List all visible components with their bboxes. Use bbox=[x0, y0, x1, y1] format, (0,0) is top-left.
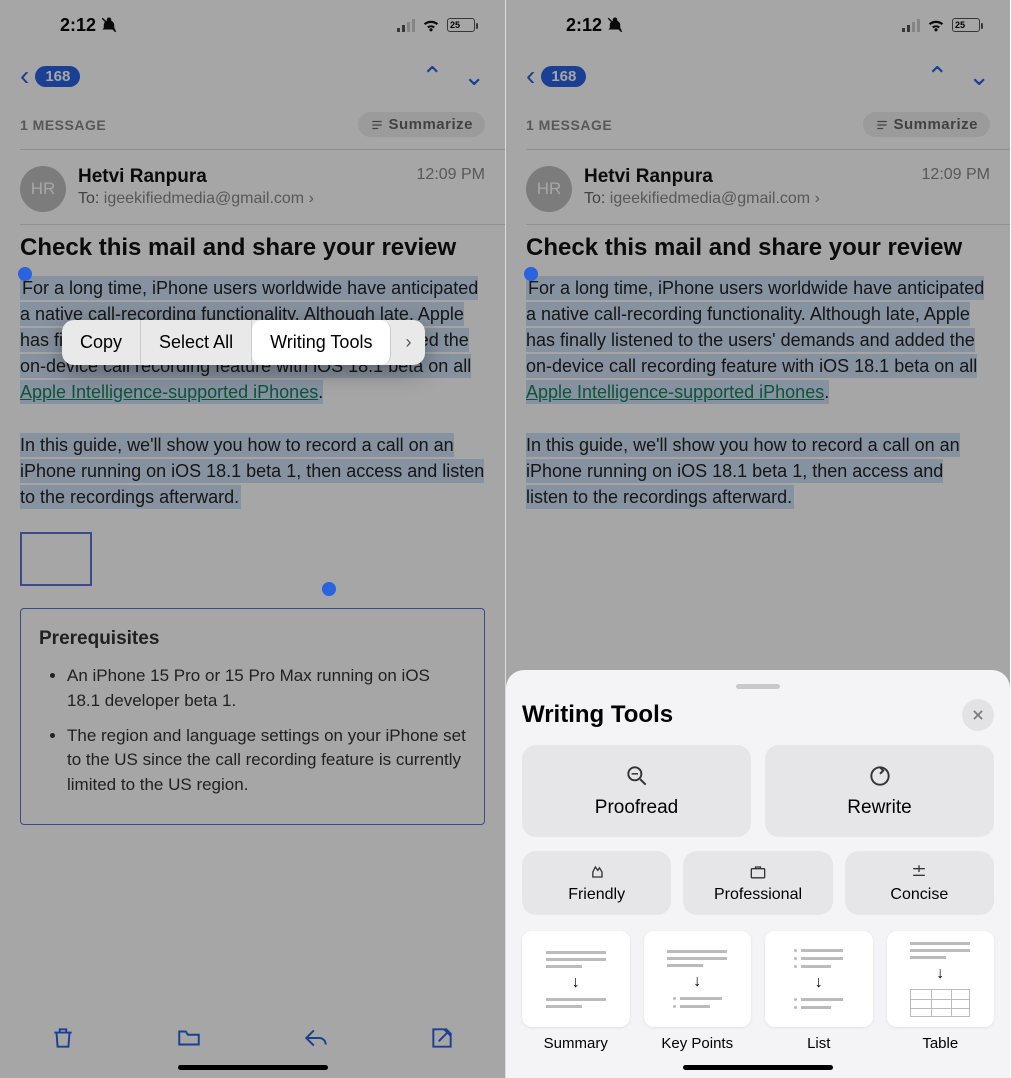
sender-name: Hetvi Ranpura bbox=[78, 166, 405, 188]
context-copy[interactable]: Copy bbox=[62, 320, 141, 365]
sender-row[interactable]: HR Hetvi Ranpura To: igeekifiedmedia@gma… bbox=[506, 150, 1010, 224]
home-indicator[interactable] bbox=[683, 1065, 833, 1070]
sender-time: 12:09 PM bbox=[417, 166, 485, 184]
avatar: HR bbox=[20, 166, 66, 212]
phone-left: 2:12 25 ‹ 168 ⌃ ⌄ 1 MESSAGE Summarize bbox=[0, 0, 505, 1078]
prereq-title: Prerequisites bbox=[39, 625, 466, 653]
back-button[interactable]: ‹ bbox=[20, 60, 29, 92]
status-time: 2:12 bbox=[60, 15, 96, 36]
avatar: HR bbox=[526, 166, 572, 212]
inbox-count-pill[interactable]: 168 bbox=[35, 66, 80, 87]
body-link[interactable]: Apple Intelligence-supported iPhones bbox=[526, 382, 824, 402]
status-bar: 2:12 25 bbox=[506, 0, 1010, 50]
sender-name: Hetvi Ranpura bbox=[584, 166, 910, 188]
thread-header: 1 MESSAGE Summarize bbox=[0, 106, 505, 149]
close-button[interactable] bbox=[962, 699, 994, 731]
image-placeholder bbox=[20, 532, 92, 586]
summarize-button[interactable]: Summarize bbox=[863, 112, 990, 137]
reply-button[interactable] bbox=[302, 1025, 330, 1051]
status-time: 2:12 bbox=[566, 15, 602, 36]
wifi-icon bbox=[421, 17, 441, 33]
proofread-button[interactable]: Proofread bbox=[522, 745, 751, 837]
prev-message-button[interactable]: ⌃ bbox=[926, 61, 948, 92]
inbox-count-pill[interactable]: 168 bbox=[541, 66, 586, 87]
concise-button[interactable]: Concise bbox=[845, 851, 994, 915]
context-more[interactable]: › bbox=[391, 320, 425, 365]
table-button[interactable]: ↓ Table bbox=[887, 931, 995, 1052]
summarize-button[interactable]: Summarize bbox=[358, 112, 485, 137]
wifi-icon bbox=[926, 17, 946, 33]
selection-handle-end[interactable] bbox=[322, 582, 336, 596]
prereq-item: An iPhone 15 Pro or 15 Pro Max running o… bbox=[67, 664, 466, 713]
selection-handle-start[interactable] bbox=[524, 267, 538, 281]
signal-icon bbox=[902, 18, 920, 32]
mail-nav-bar: ‹ 168 ⌃ ⌄ bbox=[506, 50, 1010, 106]
next-message-button[interactable]: ⌄ bbox=[463, 61, 485, 92]
prerequisites-box: Prerequisites An iPhone 15 Pro or 15 Pro… bbox=[20, 608, 485, 825]
context-writing-tools[interactable]: Writing Tools bbox=[252, 320, 391, 365]
sender-to: To: igeekifiedmedia@gmail.com › bbox=[78, 190, 405, 208]
sheet-grabber[interactable] bbox=[736, 684, 780, 689]
thread-header: 1 MESSAGE Summarize bbox=[506, 106, 1010, 149]
sender-row[interactable]: HR Hetvi Ranpura To: igeekifiedmedia@gma… bbox=[0, 150, 505, 224]
body-link[interactable]: Apple Intelligence-supported iPhones bbox=[20, 382, 318, 402]
selection-handle-start[interactable] bbox=[18, 267, 32, 281]
rewrite-icon bbox=[867, 763, 893, 789]
phone-right: 2:12 25 ‹ 168 ⌃ ⌄ 1 MESSAGE Summarize bbox=[505, 0, 1010, 1078]
writing-tools-sheet: Writing Tools Proofread Rewrite bbox=[506, 670, 1010, 1078]
prereq-item: The region and language settings on your… bbox=[67, 724, 466, 798]
mail-nav-bar: ‹ 168 ⌃ ⌄ bbox=[0, 50, 505, 106]
message-body[interactable]: For a long time, iPhone users worldwide … bbox=[506, 275, 1010, 510]
list-button[interactable]: ↓ List bbox=[765, 931, 873, 1052]
home-indicator[interactable] bbox=[178, 1065, 328, 1070]
sheet-title: Writing Tools bbox=[522, 701, 673, 729]
key-points-button[interactable]: ↓ Key Points bbox=[644, 931, 752, 1052]
thread-count-label: 1 MESSAGE bbox=[20, 117, 106, 133]
rewrite-button[interactable]: Rewrite bbox=[765, 745, 994, 837]
concise-icon bbox=[909, 862, 929, 882]
briefcase-icon bbox=[748, 862, 768, 882]
selected-text: For a long time, iPhone users worldwide … bbox=[526, 276, 984, 509]
summary-button[interactable]: ↓ Summary bbox=[522, 931, 630, 1052]
context-select-all[interactable]: Select All bbox=[141, 320, 252, 365]
sender-time: 12:09 PM bbox=[922, 166, 990, 184]
back-button[interactable]: ‹ bbox=[526, 60, 535, 92]
battery-icon: 25 bbox=[952, 18, 980, 32]
trash-button[interactable] bbox=[50, 1025, 76, 1051]
subject: Check this mail and share your review bbox=[506, 225, 1010, 275]
friendly-button[interactable]: Friendly bbox=[522, 851, 671, 915]
magnifier-icon bbox=[624, 763, 650, 789]
signal-icon bbox=[397, 18, 415, 32]
professional-button[interactable]: Professional bbox=[683, 851, 832, 915]
prev-message-button[interactable]: ⌃ bbox=[421, 61, 443, 92]
wave-icon bbox=[587, 862, 607, 882]
silent-icon bbox=[606, 16, 624, 34]
silent-icon bbox=[100, 16, 118, 34]
folder-button[interactable] bbox=[175, 1025, 203, 1051]
status-bar: 2:12 25 bbox=[0, 0, 505, 50]
subject: Check this mail and share your review bbox=[0, 225, 505, 275]
thread-count-label: 1 MESSAGE bbox=[526, 117, 612, 133]
next-message-button[interactable]: ⌄ bbox=[968, 61, 990, 92]
selected-text: For a long time, iPhone users worldwide … bbox=[20, 276, 484, 509]
sender-to: To: igeekifiedmedia@gmail.com › bbox=[584, 190, 910, 208]
battery-icon: 25 bbox=[447, 18, 475, 32]
text-context-menu: Copy Select All Writing Tools › bbox=[62, 320, 425, 365]
compose-button[interactable] bbox=[429, 1025, 455, 1051]
table-icon bbox=[910, 989, 970, 1017]
